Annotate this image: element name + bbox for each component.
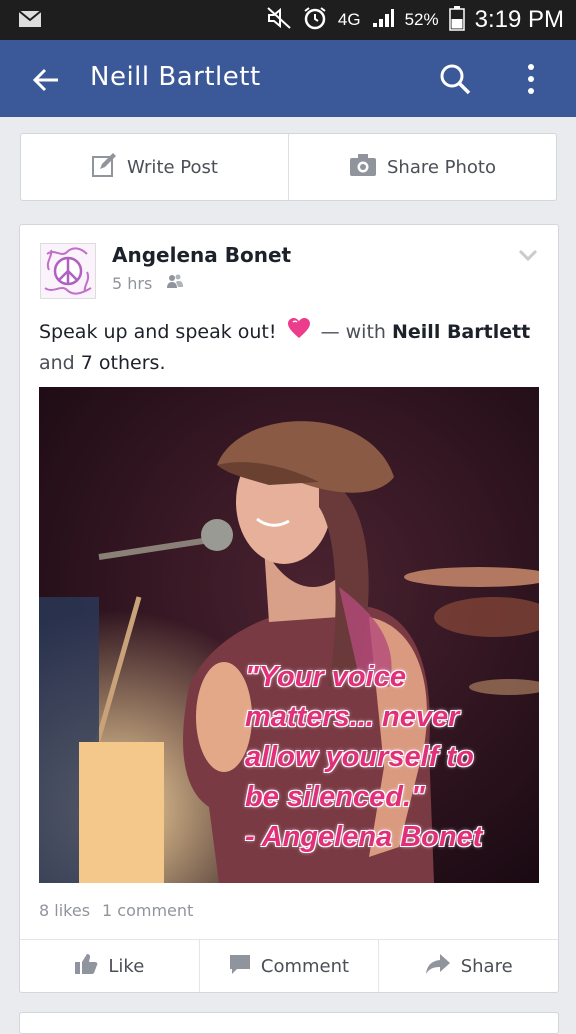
battery-percent: 52% bbox=[404, 10, 439, 29]
mail-icon bbox=[18, 10, 42, 32]
heart-emoji-icon bbox=[287, 317, 311, 348]
battery-icon bbox=[448, 5, 465, 35]
post-photo[interactable]: "Your voice matters... never allow yours… bbox=[39, 387, 539, 883]
back-arrow-icon[interactable] bbox=[30, 64, 62, 96]
post-stats: 8 likes 1 comment bbox=[39, 901, 193, 920]
post-message: Speak up and speak out! bbox=[39, 321, 277, 343]
share-button[interactable]: Share bbox=[378, 940, 558, 992]
camera-icon bbox=[349, 153, 377, 182]
next-post-card bbox=[19, 1012, 559, 1034]
share-arrow-icon bbox=[425, 953, 451, 980]
tagged-person-link[interactable]: Neill Bartlett bbox=[392, 321, 530, 343]
signal-icon bbox=[371, 7, 395, 33]
comment-bubble-icon bbox=[229, 953, 251, 980]
composer-bar: Write Post Share Photo bbox=[20, 133, 557, 201]
alarm-icon bbox=[302, 5, 328, 35]
post-text: Speak up and speak out! — with Neill Bar… bbox=[39, 317, 539, 378]
likes-count[interactable]: 8 likes bbox=[39, 901, 90, 920]
network-label: 4G bbox=[337, 10, 361, 29]
author-avatar[interactable] bbox=[40, 243, 96, 299]
share-photo-label: Share Photo bbox=[386, 156, 496, 178]
photo-quote-text: "Your voice matters... never allow yours… bbox=[245, 661, 483, 853]
and-label: and bbox=[39, 352, 75, 374]
chevron-down-icon[interactable] bbox=[518, 247, 538, 262]
comments-count[interactable]: 1 comment bbox=[102, 901, 193, 920]
others-link[interactable]: 7 others. bbox=[81, 352, 166, 374]
pencil-icon bbox=[91, 152, 117, 183]
audience-friends-icon[interactable] bbox=[166, 273, 184, 293]
write-post-button[interactable]: Write Post bbox=[21, 134, 288, 200]
mute-icon bbox=[266, 6, 292, 34]
like-button[interactable]: Like bbox=[20, 940, 199, 992]
status-bar: 4G 52% 3:19 PM bbox=[0, 0, 576, 40]
share-photo-button[interactable]: Share Photo bbox=[289, 134, 556, 200]
app-bar: Neill Bartlett bbox=[0, 40, 576, 117]
post-meta: 5 hrs bbox=[112, 273, 184, 293]
more-options-icon[interactable] bbox=[520, 62, 542, 96]
comment-button[interactable]: Comment bbox=[198, 940, 379, 992]
with-label: — with bbox=[320, 321, 386, 343]
post-card: Angelena Bonet 5 hrs Speak up and speak … bbox=[19, 224, 559, 993]
write-post-label: Write Post bbox=[127, 156, 218, 178]
post-actions: Like Comment Share bbox=[20, 939, 558, 992]
page-title: Neill Bartlett bbox=[90, 62, 261, 92]
clock: 3:19 PM bbox=[474, 6, 564, 33]
post-time[interactable]: 5 hrs bbox=[112, 274, 152, 293]
like-label: Like bbox=[108, 955, 145, 977]
search-icon[interactable] bbox=[438, 62, 472, 96]
comment-label: Comment bbox=[260, 955, 350, 977]
thumbs-up-icon bbox=[74, 953, 98, 980]
share-label: Share bbox=[460, 955, 513, 977]
author-name[interactable]: Angelena Bonet bbox=[112, 243, 291, 267]
